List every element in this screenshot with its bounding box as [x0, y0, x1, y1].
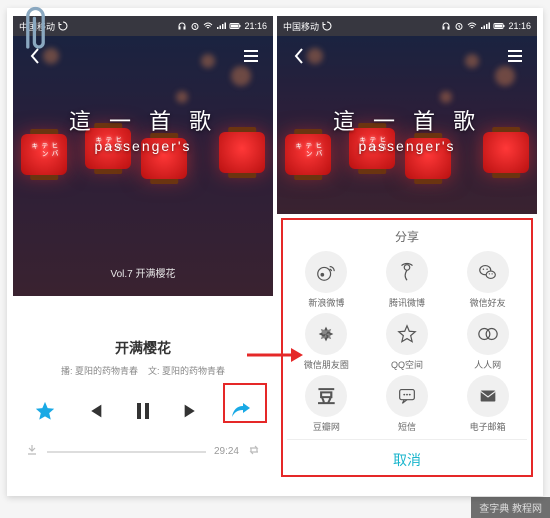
track-info: 开满樱花 播: 夏阳的药物青春 文: 夏阳的药物青春: [13, 330, 273, 383]
paper-clip-decoration: [18, 3, 53, 58]
alarm-icon: [190, 21, 200, 31]
share-email[interactable]: 电子邮箱: [448, 375, 527, 433]
share-douban[interactable]: 豆 豆瓣网: [287, 375, 366, 433]
cover-title: 這 一 首 歌 passenger's: [333, 104, 481, 154]
moments-icon: [305, 313, 347, 355]
status-time: 21:16: [508, 21, 531, 31]
carrier-text: 中国移动: [283, 20, 319, 33]
duration-text: 29:24: [214, 446, 239, 457]
download-icon[interactable]: [25, 443, 39, 460]
wifi-icon: [203, 21, 213, 31]
track-title: 开满樱花: [19, 338, 267, 358]
progress-row: 29:24: [13, 439, 273, 466]
sync-icon: [322, 21, 332, 31]
battery-icon: [229, 21, 241, 31]
headphone-icon: [177, 21, 187, 31]
share-sms[interactable]: 短信: [368, 375, 447, 433]
share-weibo[interactable]: 新浪微博: [287, 251, 366, 309]
weibo-icon: [305, 251, 347, 293]
tutorial-frame: 中国移动 21:16 ヒバテンキ ヒバテンキ: [7, 8, 543, 496]
cover-art: ヒバテンキ ヒバテンキ 這 一 首 歌 passenger's Vol.7 开满…: [13, 36, 273, 296]
signal-icon: [216, 21, 226, 31]
back-button[interactable]: [289, 46, 309, 66]
share-tencent-weibo[interactable]: 腾讯微博: [368, 251, 447, 309]
panel-right: 中国移动 21:16 ヒバテンキ ヒバテンキ: [277, 16, 537, 481]
share-moments[interactable]: 微信朋友圈: [287, 313, 366, 371]
wifi-icon: [467, 21, 477, 31]
repeat-icon[interactable]: [247, 443, 261, 460]
wechat-icon: [467, 251, 509, 293]
watermark: 查字典 教程网: [471, 497, 550, 518]
sms-icon: [386, 375, 428, 417]
progress-bar[interactable]: [47, 451, 206, 453]
cover-title: 這 一 首 歌 passenger's: [69, 104, 217, 154]
pause-button[interactable]: [125, 393, 161, 429]
share-qzone[interactable]: QQ空间: [368, 313, 447, 371]
favorite-button[interactable]: [27, 393, 63, 429]
signal-icon: [480, 21, 490, 31]
menu-button[interactable]: [505, 46, 525, 66]
headphone-icon: [441, 21, 451, 31]
share-wechat[interactable]: 微信好友: [448, 251, 527, 309]
share-renren[interactable]: 人人网: [448, 313, 527, 371]
menu-button[interactable]: [241, 46, 261, 66]
tencent-weibo-icon: [386, 251, 428, 293]
status-time: 21:16: [244, 21, 267, 31]
cover-art: ヒバテンキ ヒバテンキ 這 一 首 歌 passenger's: [277, 36, 537, 214]
volume-subtitle: Vol.7 开满樱花: [110, 265, 175, 280]
share-title: 分享: [287, 226, 527, 251]
qzone-icon: [386, 313, 428, 355]
player-controls: [13, 383, 273, 439]
share-sheet: 分享 新浪微博 腾讯微博 微信好友: [281, 218, 533, 477]
alarm-icon: [454, 21, 464, 31]
cancel-button[interactable]: 取消: [287, 439, 527, 476]
next-button[interactable]: [174, 393, 210, 429]
email-icon: [467, 375, 509, 417]
share-button[interactable]: [223, 393, 259, 429]
renren-icon: [467, 313, 509, 355]
status-bar: 中国移动 21:16: [277, 16, 537, 36]
prev-button[interactable]: [76, 393, 112, 429]
panel-left: 中国移动 21:16 ヒバテンキ ヒバテンキ: [13, 16, 273, 481]
battery-icon: [493, 21, 505, 31]
sync-icon: [58, 21, 68, 31]
douban-icon: 豆: [305, 375, 347, 417]
